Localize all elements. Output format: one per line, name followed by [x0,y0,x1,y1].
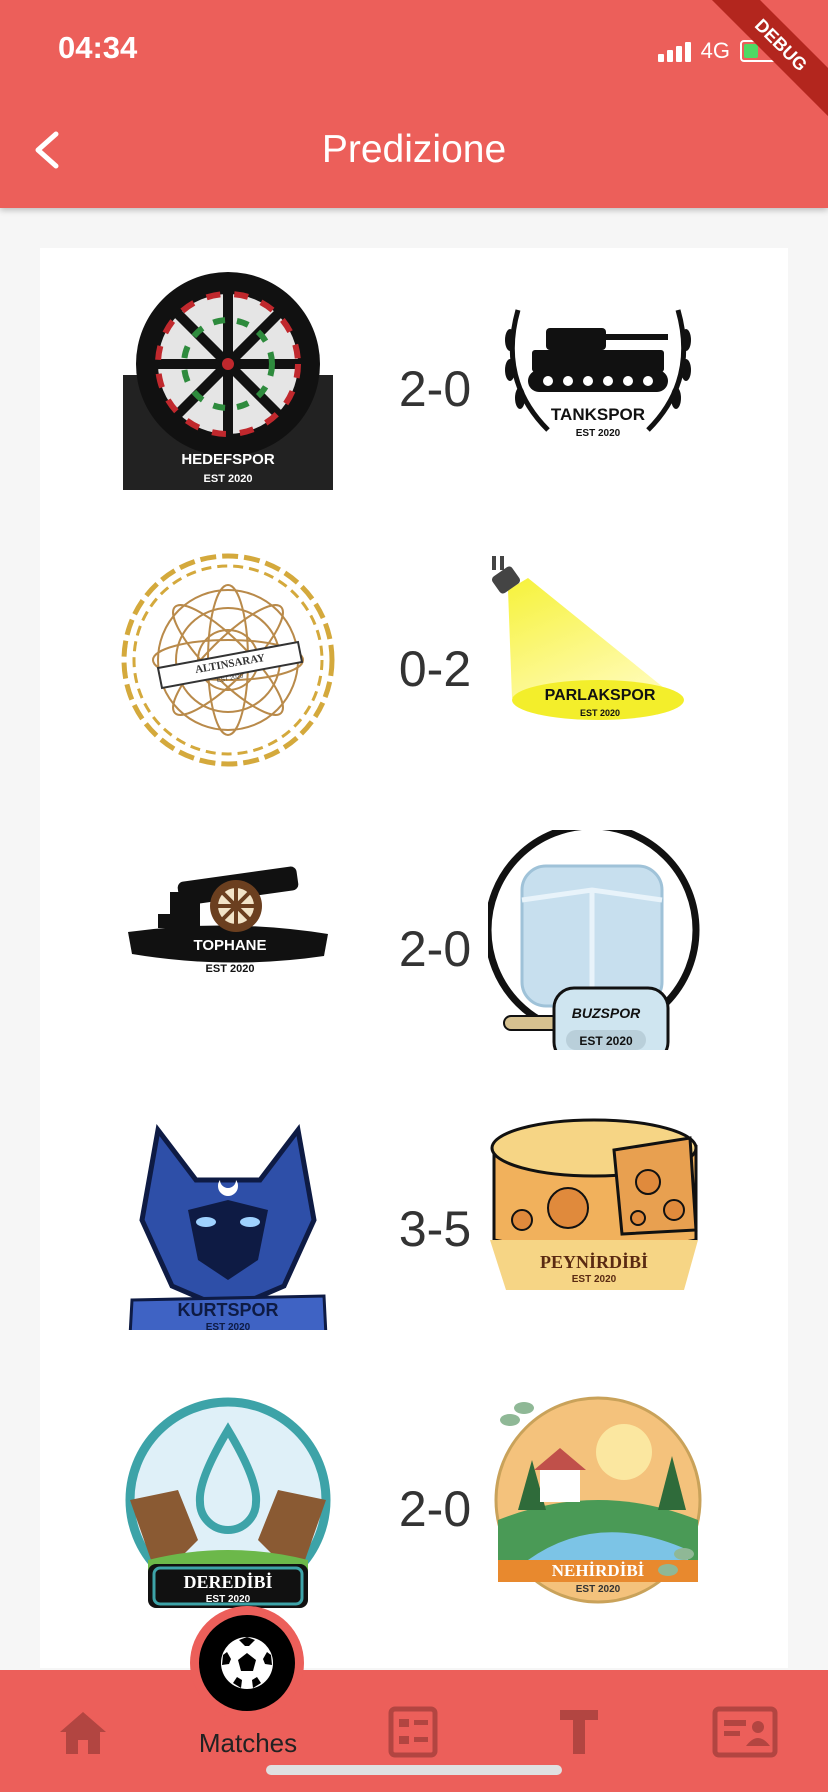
team-name: PARLAKSPOR [545,687,656,704]
team-name: TOPHANE [193,937,266,954]
page-title: Predizione [321,128,507,171]
team-name: PEYNİRDİBİ [540,1252,648,1272]
parlakspor-logo: PARLAKSPOR EST 2020 [492,556,684,720]
team-est: EST 2020 [572,1274,617,1285]
contact-card-icon[interactable] [712,1706,778,1758]
signal-icon [657,40,691,62]
team-est: EST 2020 [576,428,621,439]
home-indicator [266,1765,562,1775]
team-name: KURTSPOR [177,1300,278,1320]
text-icon[interactable] [558,1708,600,1756]
buzspor-logo: BUZSPOR EST 2020 [488,830,700,1050]
team-name: TANKSPOR [551,405,645,424]
nav-label-matches[interactable]: Matches [180,1728,316,1759]
peynirdibi-logo: PEYNİRDİBİ EST 2020 [490,1118,698,1290]
nehirdibi-logo: NEHİRDİBİ EST 2020 [494,1396,702,1604]
kurtspor-logo: KURTSPOR EST 2020 [128,1123,328,1330]
altinsaray-logo: ALTINSARAY EST 2020 [121,553,335,767]
team-est: EST 2020 [580,708,620,718]
hedefspor-logo: HEDEFSPOR EST 2020 [123,272,333,490]
match-row[interactable]: HEDEFSPOR EST 2020 2-0 TANKSPOR EST 2020 [40,270,788,520]
team-est: EST 2020 [579,1034,633,1048]
status-time: 04:34 [58,30,138,65]
team-name: DEREDİBİ [183,1572,272,1592]
tankspor-logo: TANKSPOR EST 2020 [505,309,691,439]
team-est: EST 2020 [206,1594,251,1605]
match-row[interactable]: DEREDİBİ EST 2020 2-0 NEHİRDİBİ EST 2020 [40,1390,788,1640]
list-icon[interactable] [388,1706,438,1758]
matches-ball-icon [221,1637,273,1689]
deredibi-logo: DEREDİBİ EST 2020 [125,1397,331,1608]
match-row[interactable]: TOPHANE EST 2020 2-0 BUZSPOR EST 2020 [40,830,788,1080]
tophane-logo: TOPHANE EST 2020 [128,866,328,975]
team-name: HEDEFSPOR [181,451,275,468]
home-icon[interactable] [56,1708,110,1758]
team-est: EST 2020 [576,1584,621,1595]
team-est: EST 2020 [206,963,255,975]
team-est: EST 2020 [204,473,253,485]
app-bar: 04:34 4G DEBUG Predizione [0,0,828,208]
team-est: EST 2020 [206,1322,251,1330]
team-name: BUZSPOR [572,1005,641,1021]
match-row[interactable]: ALTINSARAY EST 2020 0-2 PARLAKSPOR EST 2… [40,550,788,800]
match-row[interactable]: KURTSPOR EST 2020 3-5 PEYNİRDİBİ EST 202… [40,1110,788,1360]
team-name: NEHİRDİBİ [552,1561,645,1580]
matches-card: HEDEFSPOR EST 2020 2-0 TANKSPOR EST 2020 [40,248,788,1668]
matches-fab-button[interactable] [190,1606,304,1720]
network-type: 4G [700,38,730,63]
